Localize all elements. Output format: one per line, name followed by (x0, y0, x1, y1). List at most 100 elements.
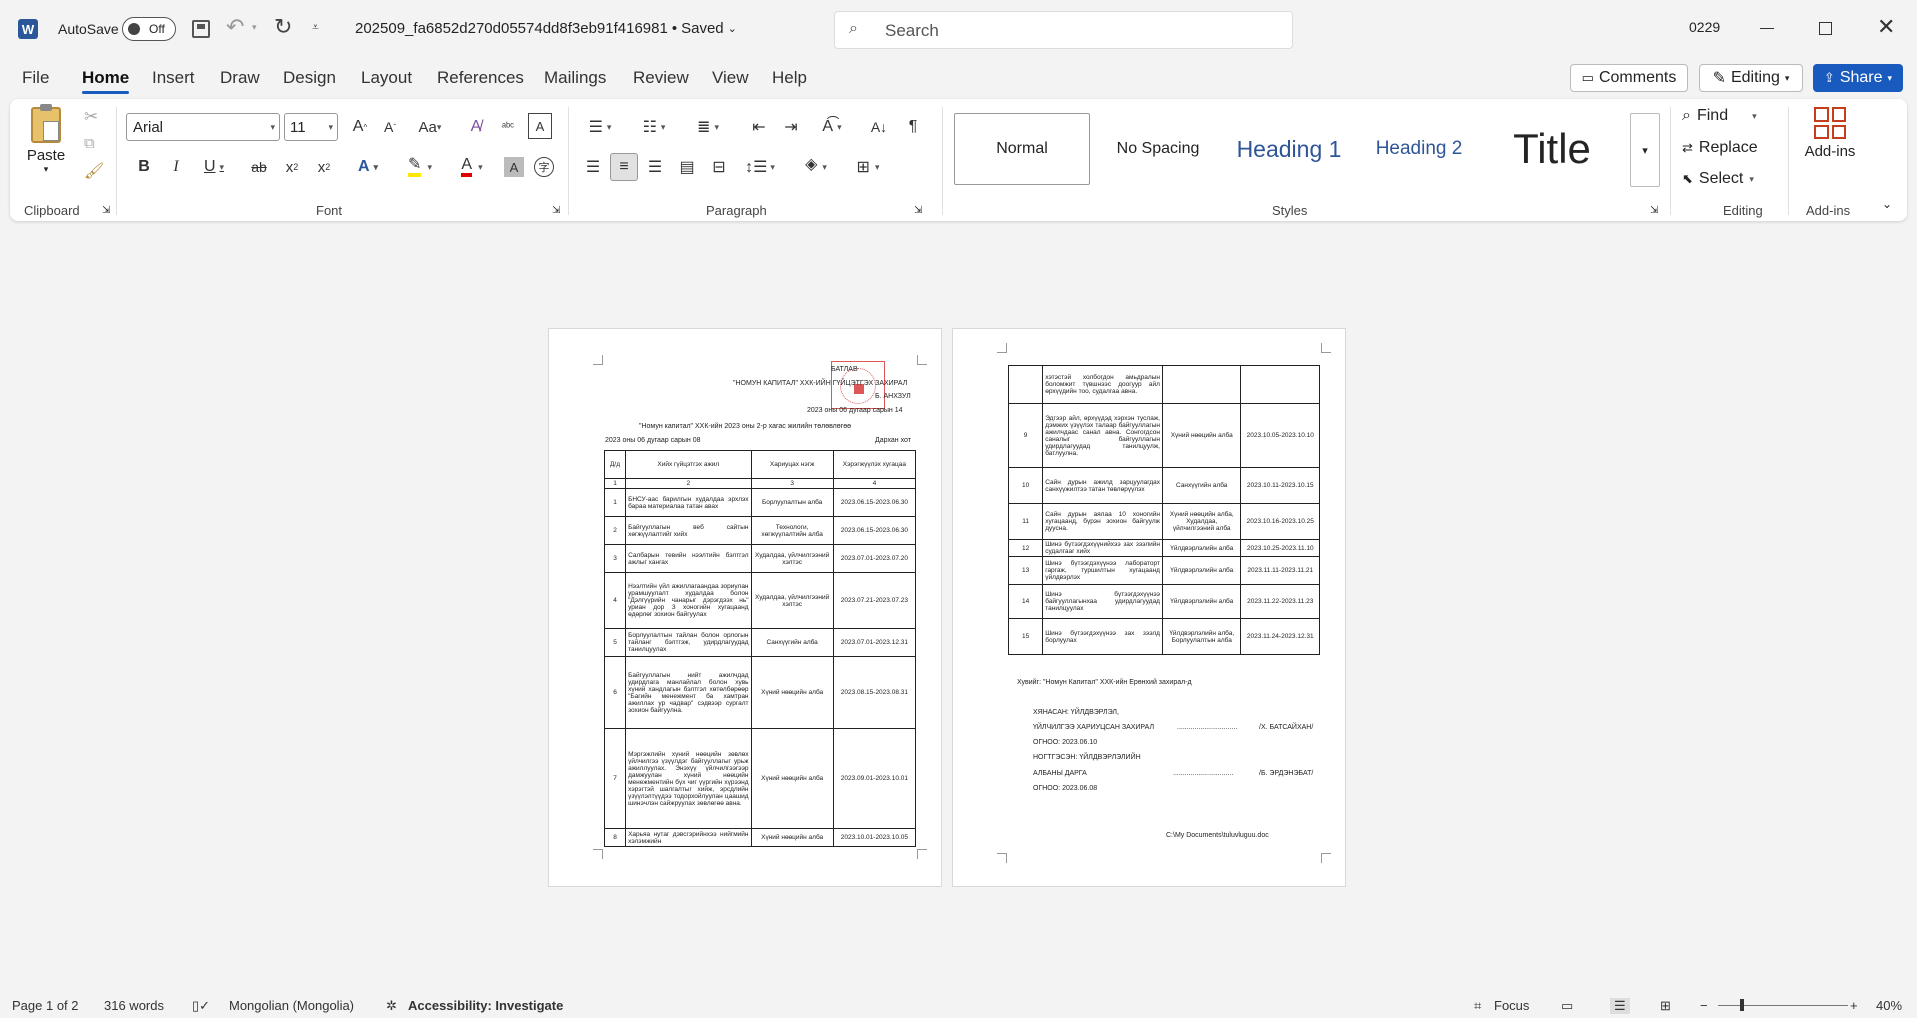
page-count[interactable]: Page 1 of 2 (12, 998, 79, 1013)
user-avatar[interactable]: 0229 (1689, 19, 1720, 35)
share-button[interactable]: ⇪ Share ▾ (1813, 64, 1903, 92)
borders-icon[interactable]: ⊞ ▾ (848, 153, 888, 181)
zoom-in-icon[interactable]: + (1850, 998, 1858, 1013)
autosave-toggle[interactable]: Off (122, 17, 176, 41)
show-formatting-icon[interactable]: ¶ (900, 113, 926, 141)
justify-icon[interactable]: ▤ (674, 153, 700, 181)
align-left-icon[interactable]: ☰ (580, 153, 606, 181)
zoom-slider-thumb[interactable] (1740, 999, 1744, 1011)
tab-help[interactable]: Help (772, 68, 807, 88)
underline-icon[interactable]: U ▾ (196, 153, 232, 181)
tab-home[interactable]: Home (82, 68, 130, 94)
style-heading-1[interactable]: Heading 1 (1226, 113, 1352, 185)
change-case-icon[interactable]: Aa ▾ (412, 113, 448, 141)
search-icon: ⌕ (1682, 107, 1691, 124)
table-cell: 2023.07.21-2023.07.23 (832, 572, 917, 629)
proofing-icon[interactable]: ▯✓ (192, 998, 210, 1014)
restore-icon[interactable] (1819, 22, 1832, 35)
shading-icon[interactable]: ◈ ▾ (796, 153, 836, 181)
styles-more-button[interactable]: ▾ (1630, 113, 1660, 187)
enclose-characters-icon[interactable]: 字 (534, 157, 554, 177)
add-ins-button[interactable]: Add-ins (1794, 107, 1866, 160)
zoom-level[interactable]: 40% (1876, 998, 1902, 1013)
search-box[interactable]: ⌕ Search (834, 11, 1293, 49)
minimize-icon[interactable] (1760, 28, 1774, 29)
select-button[interactable]: ⬉ Select ▾ (1682, 170, 1754, 188)
italic-icon[interactable]: I (164, 153, 188, 181)
cut-icon[interactable]: ✂ (84, 107, 98, 127)
copy-icon[interactable]: ⧉ (84, 135, 95, 152)
document-page-1[interactable]: БАТЛАВ "НОМУН КАПИТАЛ" ХХК-ИЙН ГҮЙЦЭТГЭХ… (548, 328, 942, 887)
shrink-font-icon[interactable]: Aˇ (378, 113, 402, 141)
font-color-icon[interactable]: A ▾ (450, 153, 494, 181)
distributed-icon[interactable]: ⊟ (706, 153, 732, 181)
zoom-slider[interactable] (1718, 999, 1848, 1011)
sort-icon[interactable]: A↓ (866, 113, 892, 141)
phonetic-guide-icon[interactable]: ᵃᵇᶜ (496, 113, 520, 141)
tab-mailings[interactable]: Mailings (544, 68, 606, 88)
style-heading-2[interactable]: Heading 2 (1356, 113, 1482, 185)
tab-review[interactable]: Review (633, 68, 689, 88)
table-row: хэтэстэй холбогдон амьдралын боломжит тү… (1007, 365, 1320, 404)
character-border-icon[interactable]: A (528, 113, 552, 139)
text-effects-icon[interactable]: A ▾ (350, 153, 386, 181)
format-painter-icon[interactable]: 🖌 (84, 161, 104, 181)
document-title[interactable]: 202509_fa6852d270d05574dd8f3eb91f416981 •… (355, 20, 737, 37)
read-mode-icon[interactable]: ▭ (1561, 998, 1573, 1014)
grow-font-icon[interactable]: A ^ (348, 113, 372, 141)
accessibility-status[interactable]: Accessibility: Investigate (408, 998, 563, 1013)
comments-button[interactable]: ▭ Comments (1570, 64, 1688, 92)
asian-layout-icon[interactable]: A͡ ▾ (812, 113, 852, 141)
tab-references[interactable]: References (437, 68, 524, 88)
close-icon[interactable]: ✕ (1877, 14, 1895, 40)
tab-design[interactable]: Design (283, 68, 336, 88)
dialog-launcher-icon[interactable]: ⇲ (102, 205, 110, 216)
align-right-icon[interactable]: ☰ (642, 153, 668, 181)
replace-button[interactable]: ⇄ Replace (1682, 139, 1758, 157)
dialog-launcher-icon[interactable]: ⇲ (1650, 205, 1658, 216)
dialog-launcher-icon[interactable]: ⇲ (552, 205, 560, 216)
increase-indent-icon[interactable]: ⇥ (778, 113, 804, 141)
font-size-select[interactable]: 11 ▾ (284, 113, 338, 141)
tab-layout[interactable]: Layout (361, 68, 412, 88)
multilevel-list-icon[interactable]: ≣ ▾ (688, 113, 728, 141)
customize-toolbar-icon[interactable]: ⩡ (312, 20, 319, 35)
cursor-icon: ⬉ (1682, 171, 1693, 186)
font-name-select[interactable]: Arial ▾ (126, 113, 280, 141)
tab-file[interactable]: File (22, 68, 49, 88)
undo-dropdown-icon[interactable]: ▾ (252, 22, 257, 33)
focus-button[interactable]: Focus (1494, 998, 1529, 1013)
superscript-icon[interactable]: x2 (312, 153, 336, 181)
character-shading-icon[interactable]: A (504, 157, 524, 177)
language[interactable]: Mongolian (Mongolia) (229, 998, 354, 1013)
undo-icon[interactable]: ↶ (226, 14, 244, 40)
subscript-icon[interactable]: x2 (280, 153, 304, 181)
find-button[interactable]: ⌕ Find ▾ (1682, 107, 1757, 125)
print-layout-icon[interactable]: ☰ (1610, 998, 1630, 1014)
line-spacing-icon[interactable]: ↕☰ ▾ (740, 153, 780, 181)
zoom-out-icon[interactable]: − (1700, 998, 1708, 1013)
paste-button[interactable]: Paste ▾ (26, 104, 66, 185)
style-normal[interactable]: Normal (954, 113, 1090, 185)
redo-icon[interactable]: ↻ (274, 14, 292, 40)
clear-formatting-icon[interactable]: A̸ (464, 113, 488, 141)
bold-icon[interactable]: B (132, 153, 156, 181)
editing-mode-button[interactable]: ✎ Editing ▾ (1699, 64, 1803, 92)
save-icon[interactable] (192, 20, 210, 38)
style-title[interactable]: Title (1486, 113, 1618, 185)
tab-view[interactable]: View (712, 68, 749, 88)
tab-insert[interactable]: Insert (152, 68, 195, 88)
style-no-spacing[interactable]: No Spacing (1094, 113, 1222, 185)
numbering-icon[interactable]: ☷ ▾ (634, 113, 674, 141)
web-layout-icon[interactable]: ⊞ (1660, 998, 1671, 1014)
highlight-icon[interactable]: ✎ ▾ (398, 153, 442, 181)
word-count[interactable]: 316 words (104, 998, 164, 1013)
decrease-indent-icon[interactable]: ⇤ (746, 113, 772, 141)
align-center-icon[interactable]: ≡ (610, 153, 638, 181)
bullets-icon[interactable]: ☰ ▾ (580, 113, 620, 141)
collapse-ribbon-icon[interactable]: ⌄ (1882, 197, 1892, 211)
dialog-launcher-icon[interactable]: ⇲ (914, 205, 922, 216)
tab-draw[interactable]: Draw (220, 68, 260, 88)
strikethrough-icon[interactable]: ab (246, 153, 272, 181)
document-page-2[interactable]: хэтэстэй холбогдон амьдралын боломжит тү… (952, 328, 1346, 887)
